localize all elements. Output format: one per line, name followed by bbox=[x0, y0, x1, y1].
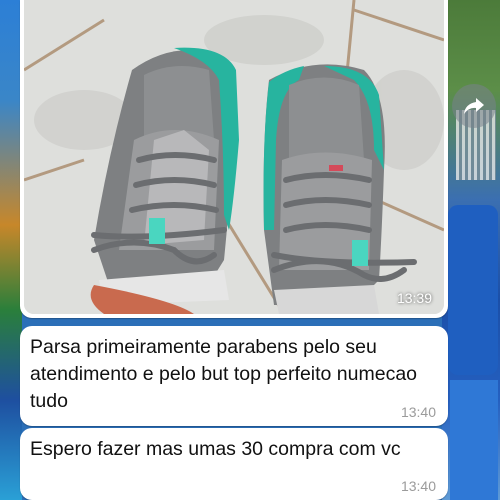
message-text: Espero fazer mas umas 30 compra com vc bbox=[30, 438, 401, 460]
message-timestamp: 13:40 bbox=[400, 478, 436, 494]
message-text: Parsa primeiramente parabens pelo seu at… bbox=[30, 336, 418, 412]
message-timestamp: 13:40 bbox=[400, 404, 436, 420]
message-bubble[interactable]: Parsa primeiramente parabens pelo seu at… bbox=[20, 326, 448, 426]
wallpaper-left-strip bbox=[0, 0, 22, 500]
sneakers-photo[interactable]: 13:39 bbox=[24, 0, 444, 314]
wallpaper-right-strip bbox=[442, 0, 500, 500]
message-bubble[interactable]: Espero fazer mas umas 30 compra com vc 1… bbox=[20, 428, 448, 500]
sneakers-photo-drawing bbox=[24, 0, 444, 314]
image-timestamp: 13:39 bbox=[396, 290, 432, 306]
forward-button[interactable] bbox=[452, 84, 496, 128]
wallpaper-shape bbox=[448, 205, 498, 375]
wallpaper-shape bbox=[450, 380, 498, 500]
image-message-bubble[interactable]: 13:39 bbox=[20, 0, 448, 318]
forward-arrow-icon bbox=[464, 98, 484, 114]
